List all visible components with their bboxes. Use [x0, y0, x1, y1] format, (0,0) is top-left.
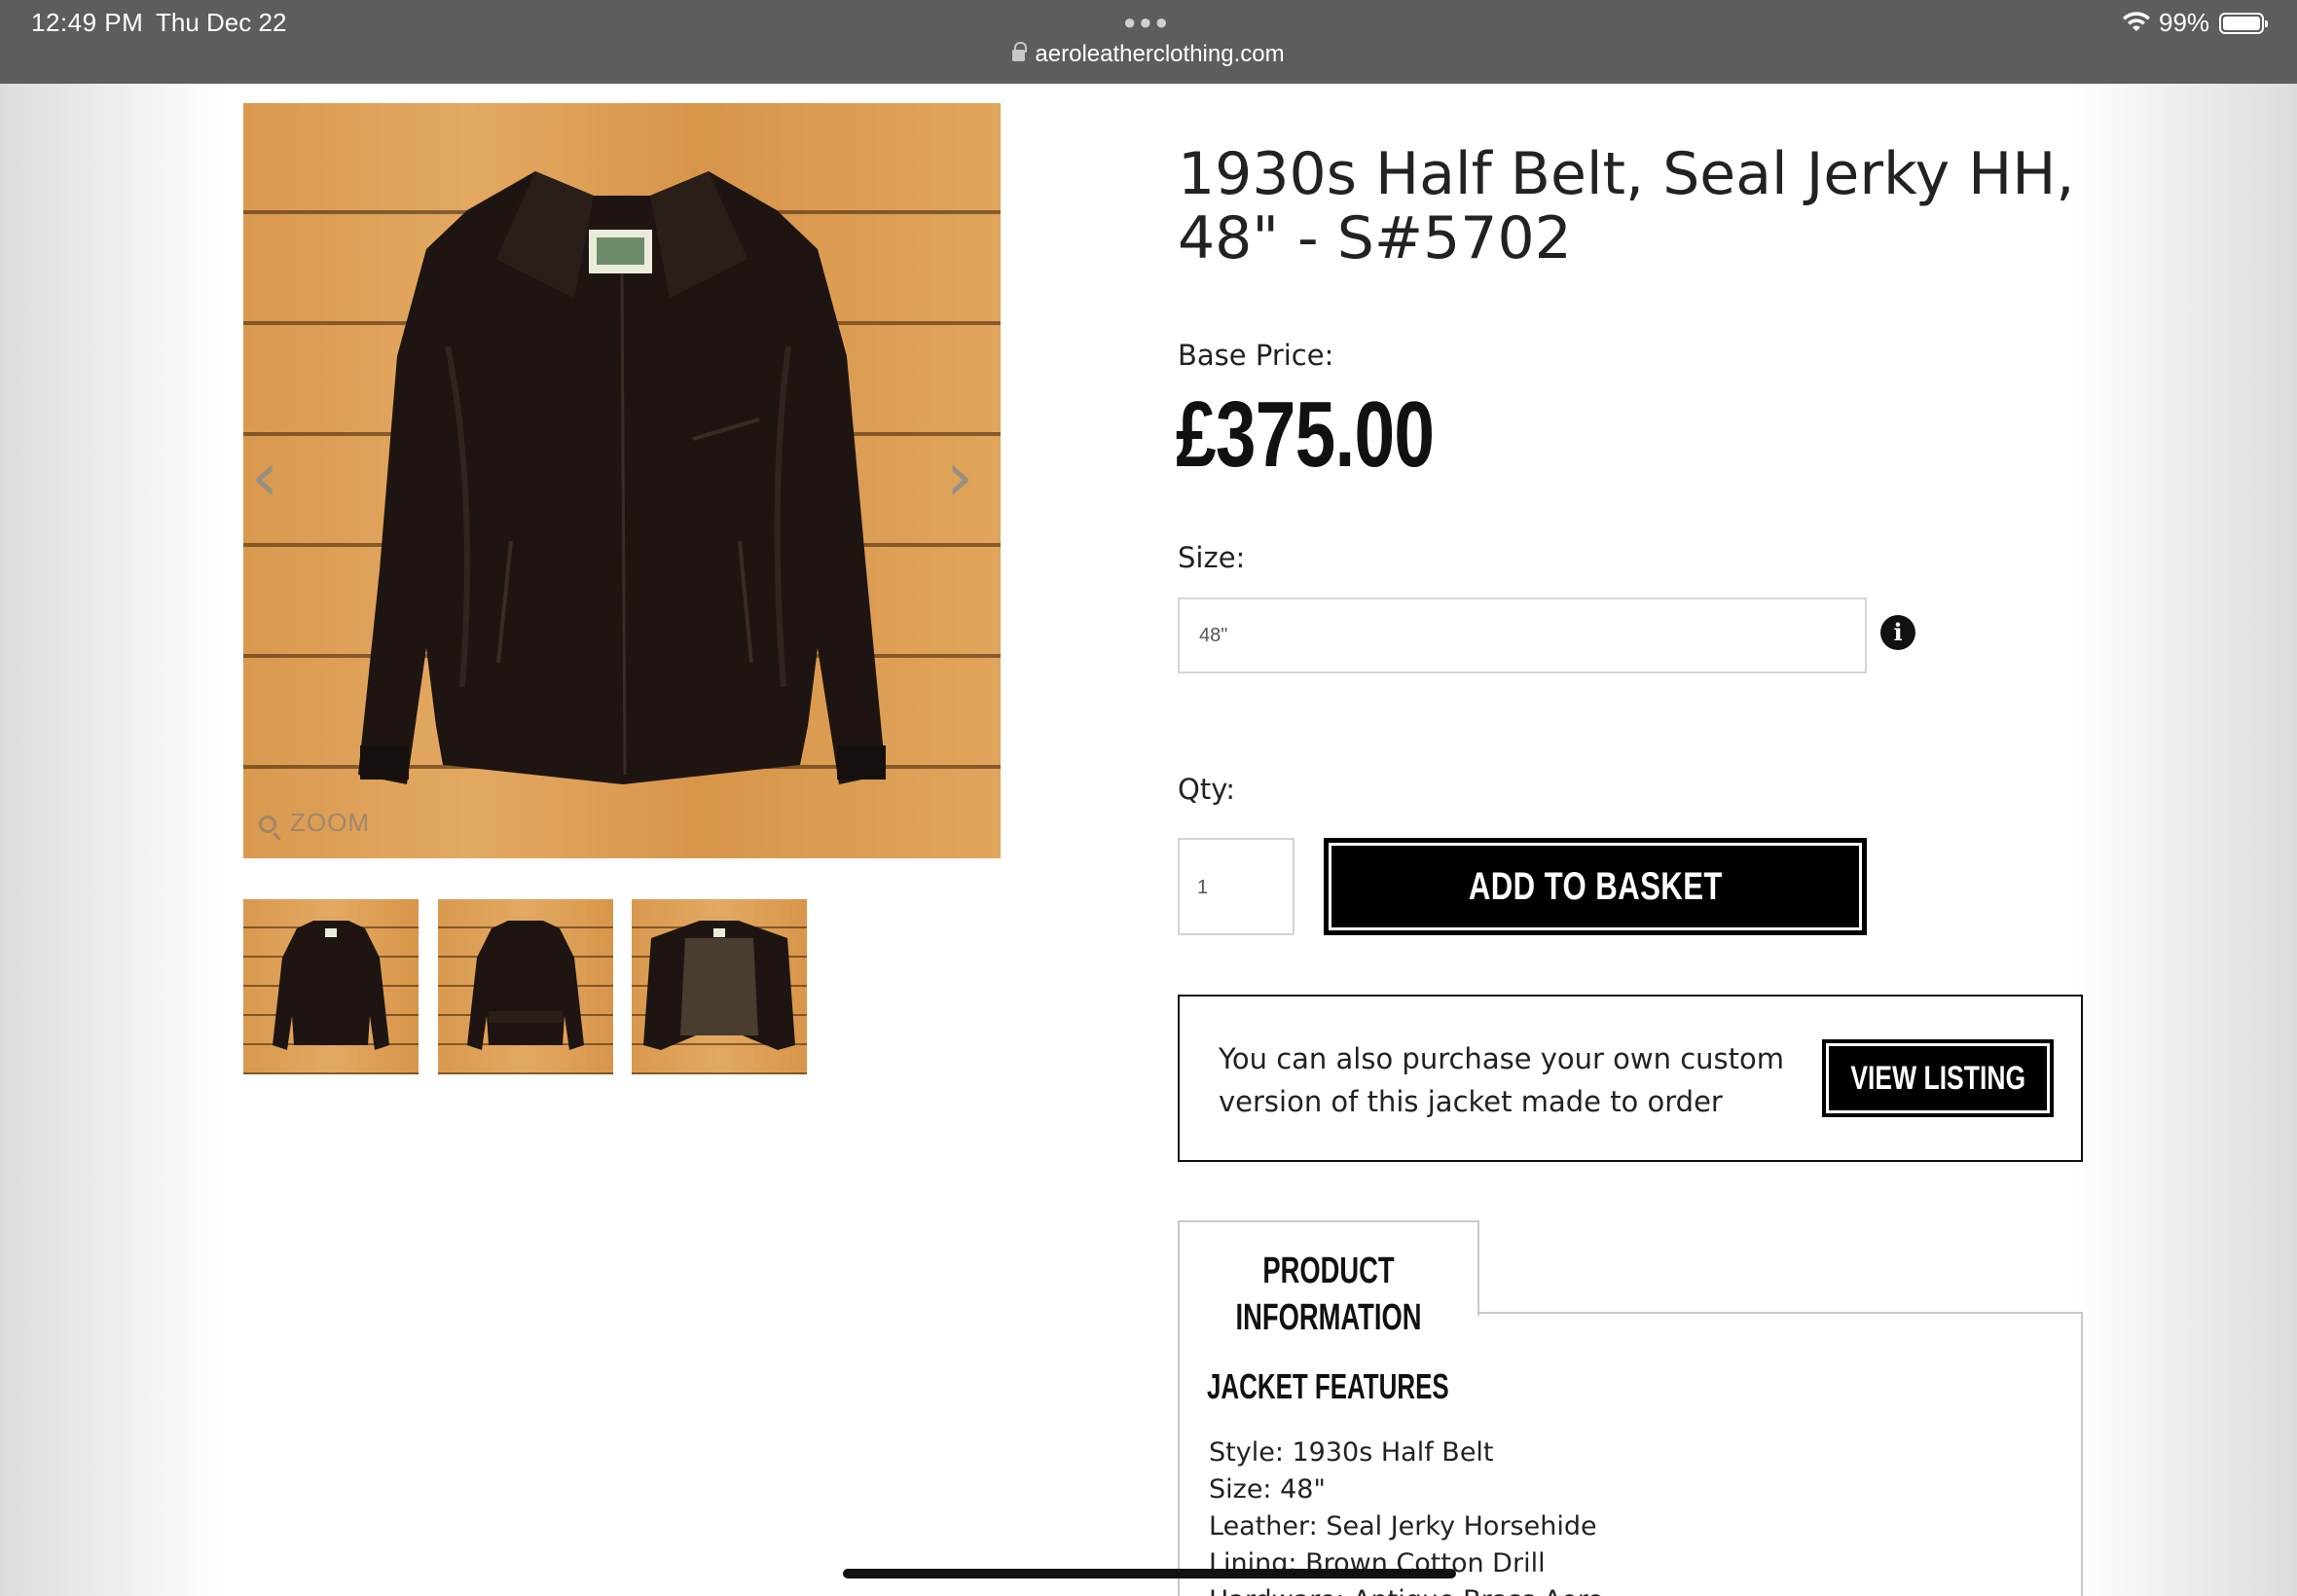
quantity-input[interactable]: 1 — [1178, 838, 1294, 935]
qty-label: Qty: — [1178, 773, 1236, 806]
thumbnail-front[interactable] — [243, 899, 419, 1074]
chevron-right-icon[interactable]: › — [946, 443, 985, 511]
feature-item: Size: 48" — [1209, 1474, 1326, 1505]
size-label: Size: — [1178, 541, 1246, 574]
address-bar[interactable]: aeroleatherclothing.com — [0, 41, 2297, 68]
battery-icon — [2219, 13, 2268, 34]
zoom-label: ZOOM — [290, 808, 370, 837]
custom-order-box: You can also purchase your own custom ve… — [1178, 995, 2083, 1162]
view-listing-label: VIEW LISTING — [1850, 1060, 2025, 1097]
url-text: aeroleatherclothing.com — [1035, 41, 1285, 67]
tab-product-information-label: PRODUCT INFORMATION — [1178, 1248, 1479, 1341]
product-price: £375.00 — [1176, 382, 1435, 487]
status-bar: 12:49 PM Thu Dec 22 ●●● aeroleathercloth… — [0, 0, 2297, 84]
product-title: 1930s Half Belt, Seal Jerky HH, 48" - S#… — [1178, 140, 2075, 272]
feature-item: Leather: Seal Jerky Horsehide — [1209, 1511, 1597, 1542]
custom-order-text: You can also purchase your own custom ve… — [1219, 1042, 1785, 1118]
page-side-left — [0, 84, 224, 1596]
more-dots-icon[interactable]: ●●● — [1123, 10, 1171, 35]
chevron-left-icon[interactable]: ‹ — [251, 443, 290, 511]
zoom-control[interactable]: ZOOM — [259, 808, 370, 838]
add-to-basket-label: ADD TO BASKET — [1468, 865, 1723, 908]
view-listing-button[interactable]: VIEW LISTING — [1822, 1039, 2054, 1117]
features-heading: JACKET FEATURES — [1207, 1366, 1449, 1406]
add-to-basket-button[interactable]: ADD TO BASKET — [1324, 838, 1867, 935]
thumbnail-inside[interactable] — [632, 899, 807, 1074]
wifi-icon — [2123, 12, 2150, 31]
lock-icon — [1012, 42, 1028, 61]
feature-item: Style: 1930s Half Belt — [1209, 1437, 1494, 1468]
thumbnail-back[interactable] — [438, 899, 613, 1074]
status-date: Thu Dec 22 — [156, 8, 287, 37]
info-icon[interactable]: i — [1880, 615, 1915, 650]
tab-label-text: PRODUCT INFORMATION — [1235, 1251, 1422, 1338]
home-indicator[interactable] — [843, 1569, 1456, 1578]
page-side-right — [2073, 84, 2297, 1596]
base-price-label: Base Price: — [1178, 339, 1334, 372]
product-main-image[interactable] — [243, 103, 1001, 858]
feature-item: Hardware: Antique Brass Aero — [1209, 1582, 1604, 1596]
battery-percent: 99% — [2159, 8, 2210, 37]
magnifier-icon — [259, 816, 276, 833]
jacket-image — [358, 171, 886, 784]
status-time: 12:49 PM — [31, 8, 144, 37]
size-select[interactable]: 48" — [1178, 598, 1867, 673]
